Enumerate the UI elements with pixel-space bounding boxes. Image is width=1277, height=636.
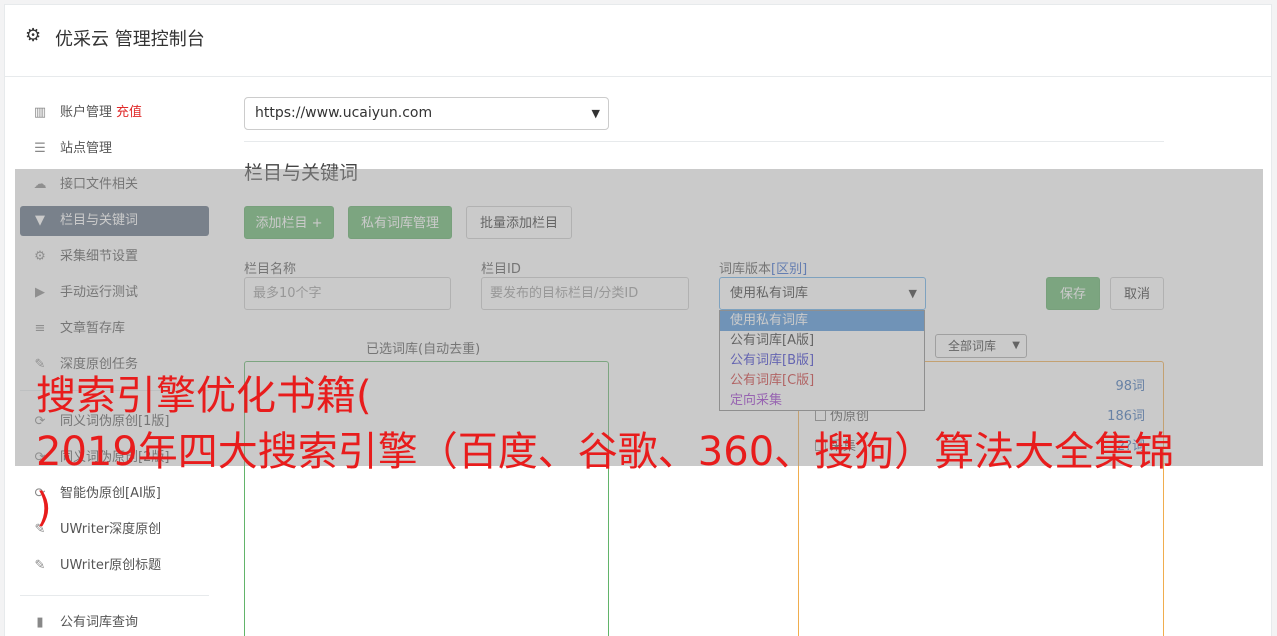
- book-icon: ▮: [36, 615, 44, 630]
- site-select-value: https://www.ucaiyun.com: [255, 105, 433, 121]
- edit-icon: ✎: [34, 558, 46, 573]
- sidebar-item-label: UWriter原创标题: [60, 558, 162, 573]
- sidebar-item-label: 账户管理: [60, 105, 113, 120]
- divider: [244, 141, 1164, 142]
- gear-icon: ⚙: [25, 25, 42, 46]
- sidebar-item-label: 公有词库查询: [60, 615, 139, 630]
- console-title: 优采云 管理控制台: [55, 29, 205, 50]
- bar-chart-icon: ▥: [33, 105, 47, 120]
- sidebar-item-label: 站点管理: [60, 141, 113, 156]
- server-icon: ☰: [34, 141, 46, 156]
- watermark-text: 搜索引擎优化书籍( 2019年四大搜索引擎（百度、谷歌、360、搜狗）算法大全集…: [36, 373, 1175, 531]
- sidebar-item-uwriter-title[interactable]: ✎ UWriter原创标题: [20, 551, 209, 581]
- sidebar-item-account[interactable]: ▥ 账户管理 充值: [20, 98, 209, 128]
- header: ⚙ 优采云 管理控制台: [5, 5, 1271, 77]
- sidebar-item-public-lib[interactable]: ▮ 公有词库查询: [20, 608, 209, 636]
- sidebar-divider: [20, 595, 209, 596]
- site-select[interactable]: https://www.ucaiyun.com ▼: [244, 97, 609, 130]
- chevron-down-icon: ▼: [591, 107, 600, 120]
- sidebar-item-sites[interactable]: ☰ 站点管理: [20, 134, 209, 164]
- recharge-link[interactable]: 充值: [116, 105, 142, 120]
